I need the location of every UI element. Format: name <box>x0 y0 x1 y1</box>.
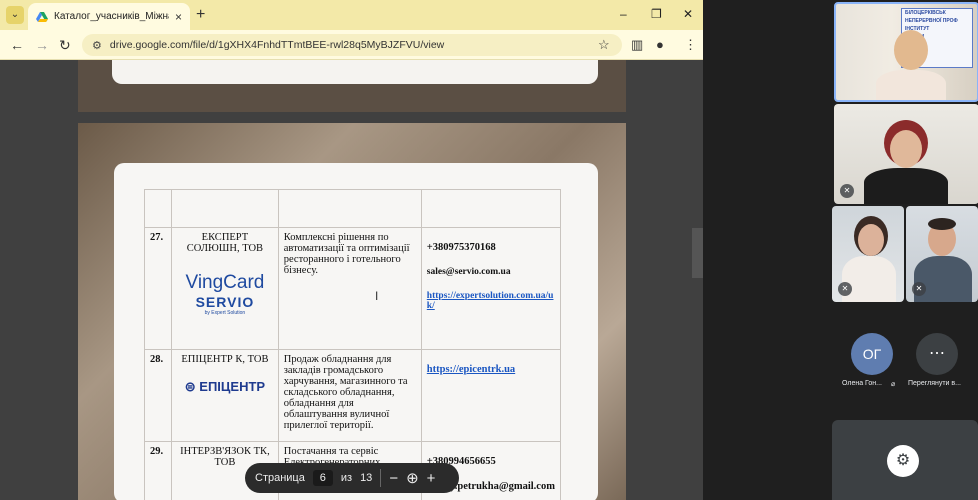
website-link[interactable]: https://expertsolution.com.ua/uk/ <box>427 291 555 311</box>
tab-catalog[interactable]: Каталог_учасників_Міжнарод × <box>28 3 190 30</box>
forward-button[interactable]: → <box>35 37 49 53</box>
menu-icon[interactable]: ⋮ <box>684 37 697 53</box>
participant-tile-speaker[interactable]: БІЛОЦЕРКІВСЬК НЕПЕРЕРВНОЇ ПРОФ ІНСТИТУТ … <box>834 2 978 102</box>
epicentr-logo: ⊜ ЕПІЦЕНТР <box>184 379 266 394</box>
new-tab-button[interactable]: + <box>196 6 205 24</box>
table-row: 28. ЕПІЦЕНТР К, ТОВ ⊜ ЕПІЦЕНТР Продаж об… <box>143 349 562 442</box>
vingcard-logo: VingCard <box>185 272 265 293</box>
minimize-button[interactable]: – <box>620 7 627 21</box>
servio-logo: SERVIO <box>195 294 255 310</box>
presentation-tile[interactable]: ⚙ <box>832 420 978 500</box>
company-name: ЕПІЦЕНТР К, ТОВ <box>181 354 269 365</box>
page-navigation-bar: Страница 6 из 13 − ⊕ + <box>245 463 459 493</box>
tab-search-button[interactable]: ⌄ <box>6 6 24 24</box>
table-row <box>143 189 562 228</box>
company-description: Комплексні рішення по автоматизації та о… <box>277 227 422 350</box>
row-number: 29. <box>143 441 173 500</box>
page-label: Страница <box>255 472 305 484</box>
close-window-button[interactable]: ✕ <box>683 7 693 21</box>
email: sales@servio.com.ua <box>426 267 511 277</box>
presenting-icon: ⚙ <box>887 445 919 477</box>
participant-video <box>894 30 928 70</box>
catalog-table: 27. ЕКСПЕРТ СОЛЮШН, ТОВ VingCard SERVIO … <box>143 189 562 500</box>
tab-title: Каталог_учасників_Міжнарод <box>54 11 169 22</box>
company-name: ЕКСПЕРТ СОЛЮШН, ТОВ <box>186 232 264 254</box>
pdf-page-current: 27. ЕКСПЕРТ СОЛЮШН, ТОВ VingCard SERVIO … <box>78 123 626 500</box>
url-text: drive.google.com/file/d/1gXHX4FnhdTTmtBE… <box>109 39 445 51</box>
tab-strip: ⌄ Каталог_учасників_Міжнарод × + – ❐ ✕ <box>0 0 703 30</box>
meeting-panel: БІЛОЦЕРКІВСЬК НЕПЕРЕРВНОЇ ПРОФ ІНСТИТУТ … <box>703 0 978 500</box>
participant-tile[interactable]: ✕ <box>834 104 978 204</box>
bookmark-star-icon[interactable]: ☆ <box>598 37 610 53</box>
pdf-viewer[interactable]: 27. ЕКСПЕРТ СОЛЮШН, ТОВ VingCard SERVIO … <box>0 60 703 500</box>
table-row: 27. ЕКСПЕРТ СОЛЮШН, ТОВ VingCard SERVIO … <box>143 227 562 350</box>
scrollbar[interactable] <box>692 228 703 278</box>
more-participants-button[interactable]: ⋯ <box>916 333 958 375</box>
participant-tile[interactable]: ✕ <box>832 206 904 302</box>
mic-off-icon: ✕ <box>838 282 852 296</box>
tab-close-icon[interactable]: × <box>175 10 182 24</box>
participant-name: Олена Гон... <box>842 380 882 387</box>
participant-tile[interactable]: ✕ <box>906 206 978 302</box>
row-number: 28. <box>143 349 173 442</box>
browser-toolbar: ← → ↻ ⚙ drive.google.com/file/d/1gXHX4Fn… <box>0 30 703 60</box>
phone: +380975370168 <box>426 242 496 253</box>
mic-off-icon: ✕ <box>912 282 926 296</box>
page-number-input[interactable]: 6 <box>312 470 333 486</box>
website-link[interactable]: https://epicentrk.ua <box>427 364 555 375</box>
company-description: Продаж обладнання для закладів громадськ… <box>277 349 422 442</box>
zoom-out-button[interactable]: − <box>389 470 398 487</box>
address-bar[interactable]: ⚙ drive.google.com/file/d/1gXHX4FnhdTTmt… <box>82 34 622 56</box>
text-cursor-icon: I <box>375 289 379 303</box>
mic-off-icon: ✕ <box>840 184 854 198</box>
pdf-page-previous <box>78 60 626 112</box>
avatar[interactable]: ОГ <box>851 333 893 375</box>
profile-icon[interactable]: ● <box>656 37 664 52</box>
zoom-icon[interactable]: ⊕ <box>406 469 419 487</box>
row-number: 27. <box>143 227 173 350</box>
side-panel-icon[interactable]: ▥ <box>631 37 643 53</box>
zoom-in-button[interactable]: + <box>427 470 436 487</box>
google-drive-icon <box>36 11 48 22</box>
total-pages: 13 <box>360 472 373 484</box>
view-all-label[interactable]: Переглянути в... <box>908 380 961 387</box>
servio-logo-sub: by Expert Solution <box>204 310 246 316</box>
site-info-icon[interactable]: ⚙ <box>92 39 102 52</box>
browser-window: ⌄ Каталог_учасників_Міжнарод × + – ❐ ✕ ←… <box>0 0 703 500</box>
reload-button[interactable]: ↻ <box>59 37 71 54</box>
mic-off-icon: ⌀ <box>891 381 896 388</box>
of-label: из <box>340 472 353 484</box>
back-button[interactable]: ← <box>10 37 24 53</box>
maximize-button[interactable]: ❐ <box>651 7 662 21</box>
